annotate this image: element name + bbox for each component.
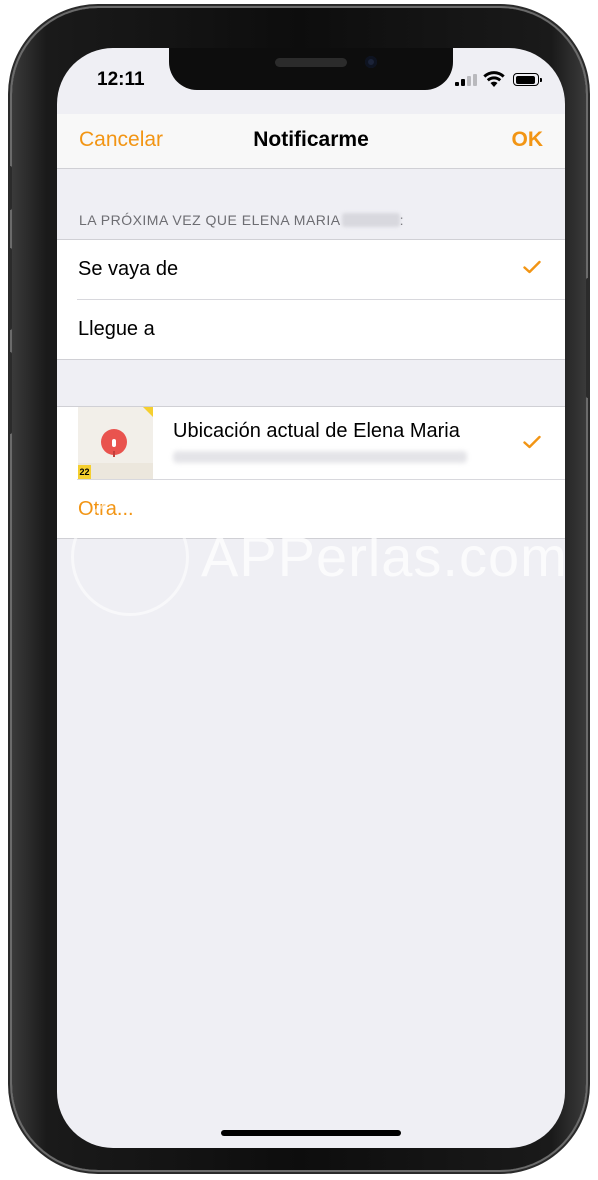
- side-button-power: [586, 278, 590, 398]
- screen: 12:11 Notificarme Cancelar OK LA PRÓXIMA…: [57, 48, 565, 1148]
- side-button-volume-down: [8, 352, 12, 434]
- cancel-button[interactable]: Cancelar: [79, 128, 163, 152]
- option-row-arrives[interactable]: Llegue a: [77, 299, 565, 359]
- redacted-name: [341, 213, 400, 227]
- phone-frame: 12:11 Notificarme Cancelar OK LA PRÓXIMA…: [8, 8, 590, 1170]
- map-pin-dot: [112, 439, 116, 447]
- ok-button[interactable]: OK: [512, 128, 544, 152]
- current-location-row[interactable]: 22 Ubicación actual de Elena Maria: [57, 407, 565, 479]
- location-title: Ubicación actual de Elena Maria: [173, 420, 460, 442]
- navigation-bar: Notificarme Cancelar OK: [57, 114, 565, 169]
- cellular-signal-icon: [455, 74, 477, 86]
- map-pin-stem: [113, 451, 115, 457]
- location-group: 22 Ubicación actual de Elena Maria Otra.…: [57, 406, 565, 539]
- section-header-text: LA PRÓXIMA VEZ QUE ELENA MARIA: [79, 212, 341, 228]
- option-row-leaves[interactable]: Se vaya de: [57, 240, 565, 299]
- map-thumbnail: 22: [78, 407, 153, 479]
- side-button-silent: [8, 166, 12, 210]
- other-location-row[interactable]: Otra...: [77, 479, 565, 538]
- wifi-icon: [483, 71, 505, 87]
- speaker: [275, 58, 347, 67]
- redacted-address: [173, 451, 467, 463]
- option-label: Se vaya de: [78, 258, 179, 280]
- notch: [169, 48, 453, 90]
- battery-icon: [513, 73, 542, 86]
- section-header-suffix: :: [399, 212, 405, 228]
- trigger-options-group: Se vaya de Llegue a: [57, 239, 565, 360]
- map-road-badge: 22: [78, 465, 91, 479]
- status-time: 12:11: [97, 69, 145, 90]
- other-location-label: Otra...: [78, 498, 134, 520]
- checkmark-icon: [523, 435, 541, 449]
- option-label: Llegue a: [78, 318, 155, 340]
- home-indicator[interactable]: [221, 1130, 401, 1136]
- front-camera: [365, 56, 377, 68]
- checkmark-icon: [523, 260, 541, 274]
- side-button-volume-up: [8, 248, 12, 330]
- section-header: LA PRÓXIMA VEZ QUE ELENA MARIA:: [79, 212, 404, 228]
- map-road-marker: [143, 407, 153, 417]
